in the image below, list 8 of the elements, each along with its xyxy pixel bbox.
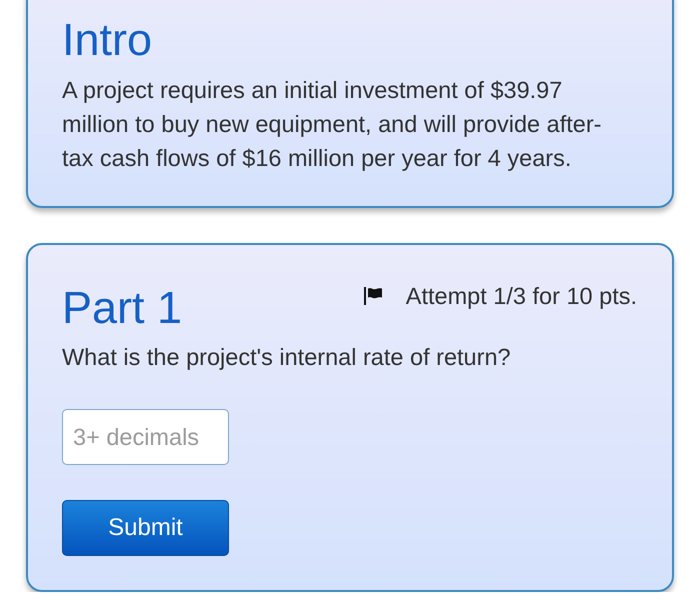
attempt-info: Attempt 1/3 for 10 pts.	[406, 282, 637, 310]
part-title: Part 1	[62, 281, 182, 335]
flag-icon	[364, 287, 382, 305]
question-text: What is the project's internal rate of return?	[62, 343, 511, 371]
answer-field[interactable]: 3+ decimals	[62, 409, 229, 465]
submit-button[interactable]: Submit	[62, 500, 229, 556]
intro-text: A project requires an initial investment of $39.97 million to buy new equipment, and will provide after-tax cash flows of $16 million per year for 4 years.	[62, 76, 602, 173]
intro-title: Intro	[62, 13, 152, 67]
